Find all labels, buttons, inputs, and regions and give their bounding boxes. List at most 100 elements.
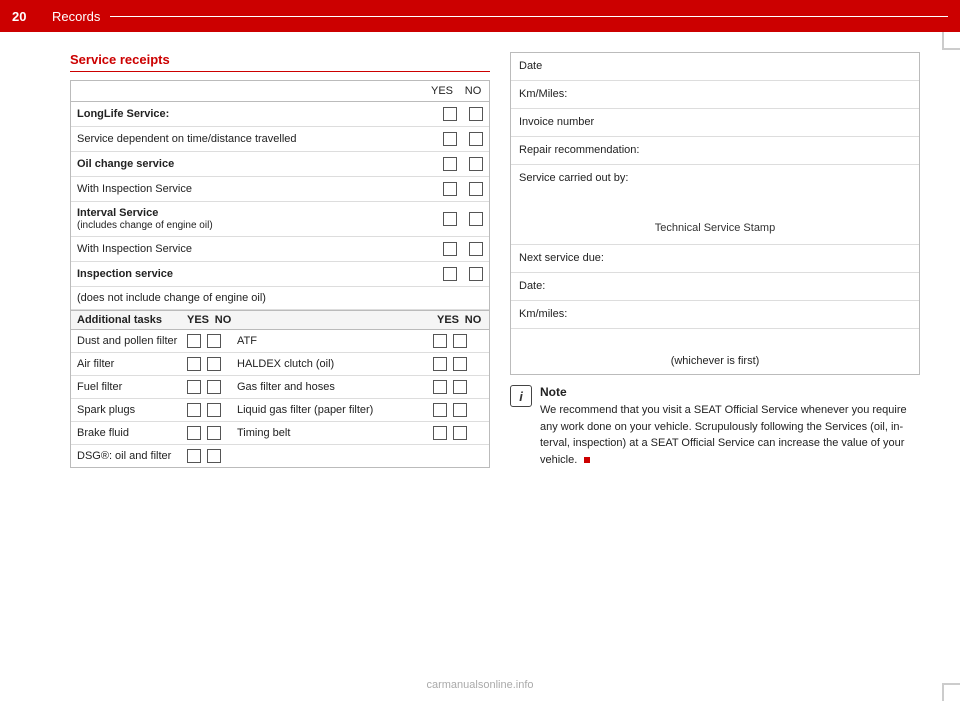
inspection-service-no-checkbox[interactable] bbox=[469, 267, 483, 281]
info-box: Date Km/Miles: Invoice number Repair rec… bbox=[510, 52, 920, 375]
additional-tasks-table: Additional tasks YES NO YES NO Dust and … bbox=[70, 311, 490, 468]
at-row-fuel: Fuel filter Gas filter and hoses bbox=[71, 376, 489, 399]
row-longlife-service: LongLife Service: bbox=[71, 102, 489, 127]
next-date-label: Date: bbox=[519, 280, 545, 292]
no-engine-oil-label: (does not include change of engine oil) bbox=[77, 292, 483, 304]
at-row-dsg: DSG®: oil and filter bbox=[71, 445, 489, 467]
interval-service-checkboxes bbox=[443, 212, 483, 226]
inspection-service-yes-checkbox[interactable] bbox=[443, 267, 457, 281]
at-haldex-yes-cb[interactable] bbox=[433, 357, 447, 371]
row-interval-service: Interval Service(includes change of engi… bbox=[71, 202, 489, 237]
next-km-label: Km/miles: bbox=[519, 308, 567, 320]
at-liquid-gas-no-cb[interactable] bbox=[453, 403, 467, 417]
oil-change-yes-checkbox[interactable] bbox=[443, 157, 457, 171]
field-next-service: Next service due: bbox=[511, 245, 919, 273]
longlife-no-checkbox[interactable] bbox=[469, 107, 483, 121]
at-fuel-label: Fuel filter bbox=[77, 381, 187, 393]
service-receipts-table: YES NO LongLife Service: Service depende… bbox=[70, 80, 490, 311]
field-repair-rec: Repair recommendation: bbox=[511, 137, 919, 165]
at-dsg-no-cb[interactable] bbox=[207, 449, 221, 463]
interval-service-sub: (includes change of engine oil) bbox=[77, 220, 213, 231]
left-panel: Service receipts YES NO LongLife Service… bbox=[70, 52, 490, 468]
with-inspection-2-yes-checkbox[interactable] bbox=[443, 242, 457, 256]
field-next-date: Date: bbox=[511, 273, 919, 301]
at-dsg-yes-cb[interactable] bbox=[187, 449, 201, 463]
at-no-1: NO bbox=[213, 314, 233, 326]
at-yes-2: YES bbox=[437, 314, 457, 326]
at-atf-label: ATF bbox=[237, 335, 433, 347]
at-timing-label: Timing belt bbox=[237, 427, 433, 439]
service-by-label: Service carried out by: bbox=[519, 172, 628, 184]
whichever-label: (whichever is first) bbox=[671, 355, 760, 367]
invoice-label: Invoice number bbox=[519, 116, 594, 128]
service-dependent-no-checkbox[interactable] bbox=[469, 132, 483, 146]
oil-change-label: Oil change service bbox=[77, 158, 443, 170]
at-spark-yes-cb[interactable] bbox=[187, 403, 201, 417]
at-atf-yes-cb[interactable] bbox=[433, 334, 447, 348]
at-atf-no-cb[interactable] bbox=[453, 334, 467, 348]
at-gas-filter-cbs bbox=[433, 380, 483, 394]
right-panel: Date Km/Miles: Invoice number Repair rec… bbox=[510, 52, 920, 468]
interval-service-no-checkbox[interactable] bbox=[469, 212, 483, 226]
note-title: Note bbox=[540, 385, 920, 399]
field-invoice: Invoice number bbox=[511, 109, 919, 137]
at-brake-no-cb[interactable] bbox=[207, 426, 221, 440]
corner-decoration-br bbox=[942, 683, 960, 701]
at-gas-filter-yes-cb[interactable] bbox=[433, 380, 447, 394]
inspection-service-label: Inspection service bbox=[77, 268, 443, 280]
at-brake-yes-cb[interactable] bbox=[187, 426, 201, 440]
longlife-service-label: LongLife Service: bbox=[77, 108, 443, 120]
with-inspection-2-no-checkbox[interactable] bbox=[469, 242, 483, 256]
at-dust-yes-cb[interactable] bbox=[187, 334, 201, 348]
at-gas-filter-label: Gas filter and hoses bbox=[237, 381, 433, 393]
at-dsg-label: DSG®: oil and filter bbox=[77, 450, 187, 462]
watermark: carmanualsonline.info bbox=[426, 679, 533, 691]
service-dependent-label: Service dependent on time/distance trave… bbox=[77, 133, 443, 145]
row-with-inspection-1: With Inspection Service bbox=[71, 177, 489, 202]
at-row-brake: Brake fluid Timing belt bbox=[71, 422, 489, 445]
row-no-engine-oil: (does not include change of engine oil) bbox=[71, 287, 489, 310]
at-yes-no-header-1: YES NO bbox=[187, 314, 233, 326]
at-timing-cbs bbox=[433, 426, 483, 440]
field-whichever: (whichever is first) bbox=[511, 329, 919, 374]
yes-header: YES bbox=[431, 85, 451, 97]
with-inspection-2-checkboxes bbox=[443, 242, 483, 256]
additional-tasks-header: Additional tasks YES NO YES NO bbox=[71, 311, 489, 330]
longlife-checkboxes bbox=[443, 107, 483, 121]
at-dust-label: Dust and pollen filter bbox=[77, 335, 187, 347]
at-air-yes-cb[interactable] bbox=[187, 357, 201, 371]
at-spark-label: Spark plugs bbox=[77, 404, 187, 416]
repair-rec-label: Repair recommendation: bbox=[519, 144, 639, 156]
at-dust-no-cb[interactable] bbox=[207, 334, 221, 348]
main-content: Service receipts YES NO LongLife Service… bbox=[0, 32, 960, 488]
at-spark-no-cb[interactable] bbox=[207, 403, 221, 417]
at-fuel-yes-cb[interactable] bbox=[187, 380, 201, 394]
at-fuel-no-cb[interactable] bbox=[207, 380, 221, 394]
field-date: Date bbox=[511, 53, 919, 81]
at-haldex-cbs bbox=[433, 357, 483, 371]
longlife-yes-checkbox[interactable] bbox=[443, 107, 457, 121]
service-table-header: YES NO bbox=[71, 81, 489, 102]
service-dependent-checkboxes bbox=[443, 132, 483, 146]
at-gas-filter-no-cb[interactable] bbox=[453, 380, 467, 394]
at-air-no-cb[interactable] bbox=[207, 357, 221, 371]
at-timing-no-cb[interactable] bbox=[453, 426, 467, 440]
info-icon: i bbox=[510, 385, 532, 407]
technical-service-stamp: Technical Service Stamp bbox=[655, 222, 775, 234]
at-haldex-no-cb[interactable] bbox=[453, 357, 467, 371]
interval-service-yes-checkbox[interactable] bbox=[443, 212, 457, 226]
at-liquid-gas-cbs bbox=[433, 403, 483, 417]
at-timing-yes-cb[interactable] bbox=[433, 426, 447, 440]
at-row-air: Air filter HALDEX clutch (oil) bbox=[71, 353, 489, 376]
note-text: We recommend that you visit a SEAT Offic… bbox=[540, 402, 920, 468]
note-box: i Note We recommend that you visit a SEA… bbox=[510, 385, 920, 468]
row-oil-change: Oil change service bbox=[71, 152, 489, 177]
with-inspection-1-no-checkbox[interactable] bbox=[469, 182, 483, 196]
with-inspection-1-yes-checkbox[interactable] bbox=[443, 182, 457, 196]
oil-change-no-checkbox[interactable] bbox=[469, 157, 483, 171]
at-dsg-cbs bbox=[187, 449, 237, 463]
at-fuel-cbs bbox=[187, 380, 237, 394]
oil-change-checkboxes bbox=[443, 157, 483, 171]
service-dependent-yes-checkbox[interactable] bbox=[443, 132, 457, 146]
at-liquid-gas-yes-cb[interactable] bbox=[433, 403, 447, 417]
